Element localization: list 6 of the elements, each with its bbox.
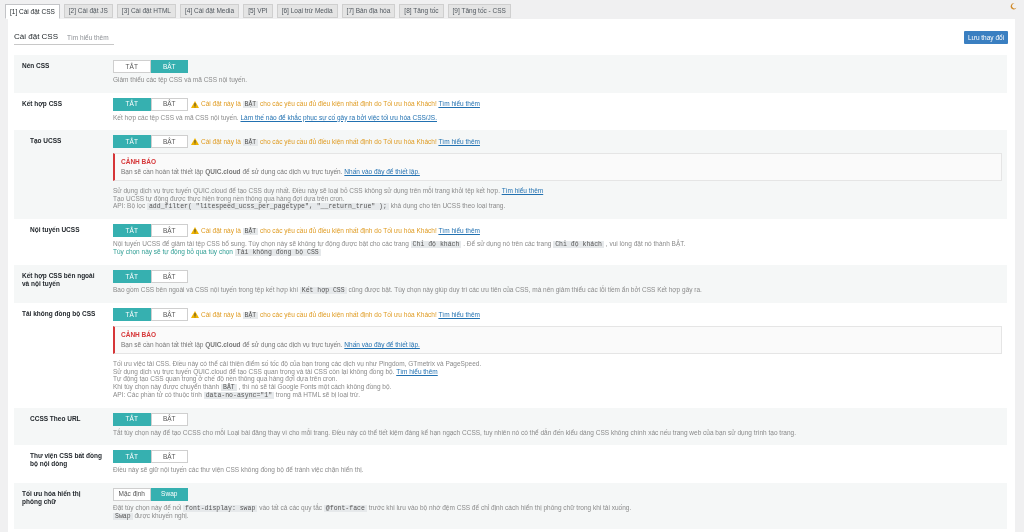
crescent-icon xyxy=(1010,3,1017,10)
warning-icon xyxy=(191,311,199,318)
page-heading: Cài đặt CSS xyxy=(14,32,59,42)
warning-icon xyxy=(191,138,199,145)
warning-icon xyxy=(191,227,199,234)
warning-icon xyxy=(191,100,199,108)
